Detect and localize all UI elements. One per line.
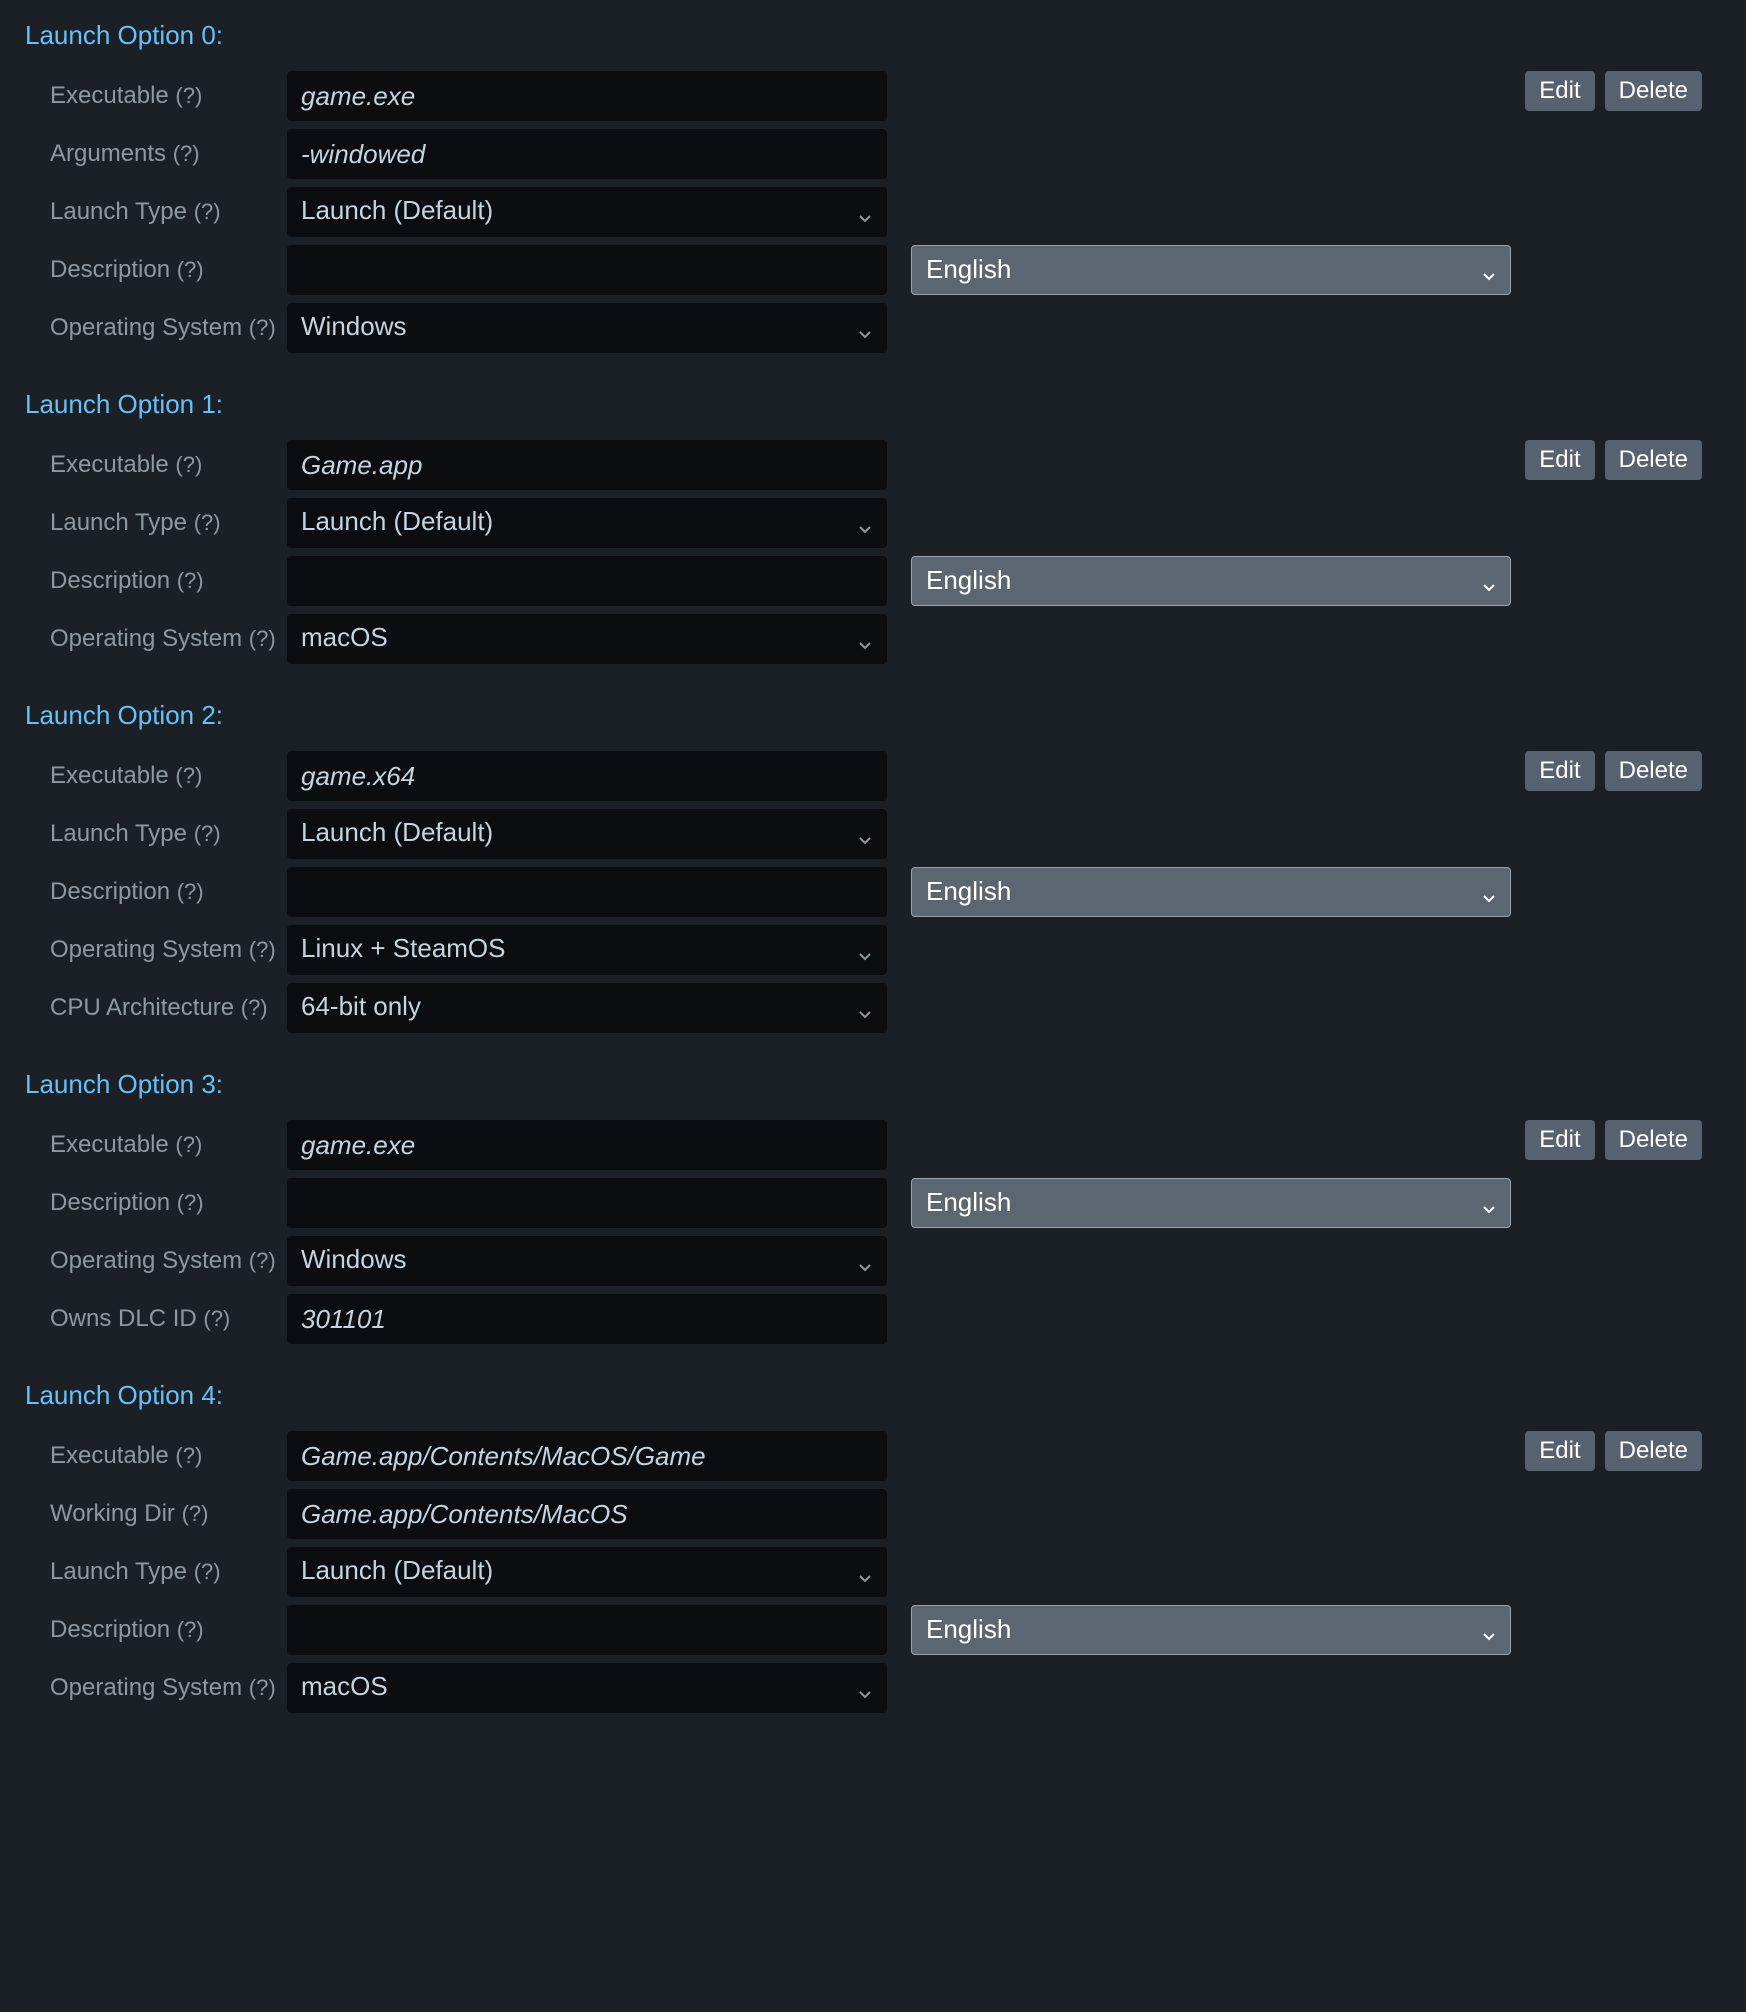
help-icon[interactable]: (?) xyxy=(203,1306,230,1331)
os-select[interactable]: macOS xyxy=(287,1663,887,1713)
delete-button[interactable]: Delete xyxy=(1605,71,1702,111)
field-label: Executable (?) xyxy=(50,451,275,479)
launch-type-select[interactable]: Launch (Default) xyxy=(287,498,887,548)
field-label: Executable (?) xyxy=(50,1442,275,1470)
field-label: Description (?) xyxy=(50,256,275,284)
help-icon[interactable]: (?) xyxy=(249,1248,276,1273)
field-label: Operating System (?) xyxy=(50,314,275,342)
help-icon[interactable]: (?) xyxy=(177,1190,204,1215)
help-icon[interactable]: (?) xyxy=(249,1675,276,1700)
help-icon[interactable]: (?) xyxy=(249,626,276,651)
delete-button[interactable]: Delete xyxy=(1605,1431,1702,1471)
launch-option-section: Launch Option 2: Edit Delete Executable (?)… xyxy=(20,700,1726,1033)
field-label: Working Dir (?) xyxy=(50,1500,275,1528)
edit-button[interactable]: Edit xyxy=(1525,440,1594,480)
launch-option-section: Launch Option 4: Edit Delete Executable (?)… xyxy=(20,1380,1726,1713)
description-input[interactable] xyxy=(287,245,887,295)
delete-button[interactable]: Delete xyxy=(1605,751,1702,791)
owns-dlc-input[interactable] xyxy=(287,1294,887,1344)
launch-type-select[interactable]: Launch (Default) xyxy=(287,187,887,237)
language-select[interactable]: English xyxy=(911,867,1511,917)
field-label: Operating System (?) xyxy=(50,936,275,964)
help-icon[interactable]: (?) xyxy=(175,452,202,477)
help-icon[interactable]: (?) xyxy=(175,83,202,108)
field-label: Executable (?) xyxy=(50,1131,275,1159)
executable-input[interactable] xyxy=(287,71,887,121)
help-icon[interactable]: (?) xyxy=(177,568,204,593)
field-label: Description (?) xyxy=(50,1616,275,1644)
field-label: Operating System (?) xyxy=(50,1674,275,1702)
os-select[interactable]: macOS xyxy=(287,614,887,664)
field-label: Executable (?) xyxy=(50,82,275,110)
action-buttons: Edit Delete xyxy=(1525,751,1702,791)
field-label: Arguments (?) xyxy=(50,140,275,168)
help-icon[interactable]: (?) xyxy=(175,1132,202,1157)
language-select[interactable]: English xyxy=(911,1605,1511,1655)
section-title: Launch Option 3: xyxy=(20,1069,1726,1100)
language-select[interactable]: English xyxy=(911,556,1511,606)
field-label: CPU Architecture (?) xyxy=(50,994,275,1022)
field-label: Owns DLC ID (?) xyxy=(50,1305,275,1333)
help-icon[interactable]: (?) xyxy=(249,937,276,962)
os-select[interactable]: Windows xyxy=(287,1236,887,1286)
field-label: Operating System (?) xyxy=(50,625,275,653)
field-label: Description (?) xyxy=(50,878,275,906)
working-dir-input[interactable] xyxy=(287,1489,887,1539)
field-label: Description (?) xyxy=(50,1189,275,1217)
launch-option-section: Launch Option 1: Edit Delete Executable (?)… xyxy=(20,389,1726,664)
description-input[interactable] xyxy=(287,1605,887,1655)
section-title: Launch Option 2: xyxy=(20,700,1726,731)
help-icon[interactable]: (?) xyxy=(194,510,221,535)
language-select[interactable]: English xyxy=(911,245,1511,295)
os-select[interactable]: Windows xyxy=(287,303,887,353)
description-input[interactable] xyxy=(287,1178,887,1228)
delete-button[interactable]: Delete xyxy=(1605,440,1702,480)
help-icon[interactable]: (?) xyxy=(194,1559,221,1584)
field-label: Launch Type (?) xyxy=(50,198,275,226)
launch-type-select[interactable]: Launch (Default) xyxy=(287,1547,887,1597)
cpu-arch-select[interactable]: 64-bit only xyxy=(287,983,887,1033)
field-label: Launch Type (?) xyxy=(50,1558,275,1586)
executable-input[interactable] xyxy=(287,1120,887,1170)
executable-input[interactable] xyxy=(287,440,887,490)
action-buttons: Edit Delete xyxy=(1525,440,1702,480)
help-icon[interactable]: (?) xyxy=(173,141,200,166)
launch-type-select[interactable]: Launch (Default) xyxy=(287,809,887,859)
arguments-input[interactable] xyxy=(287,129,887,179)
executable-input[interactable] xyxy=(287,751,887,801)
edit-button[interactable]: Edit xyxy=(1525,1120,1594,1160)
section-title: Launch Option 4: xyxy=(20,1380,1726,1411)
help-icon[interactable]: (?) xyxy=(182,1501,209,1526)
field-label: Executable (?) xyxy=(50,762,275,790)
edit-button[interactable]: Edit xyxy=(1525,1431,1594,1471)
help-icon[interactable]: (?) xyxy=(175,763,202,788)
executable-input[interactable] xyxy=(287,1431,887,1481)
section-title: Launch Option 0: xyxy=(20,20,1726,51)
help-icon[interactable]: (?) xyxy=(175,1443,202,1468)
language-select[interactable]: English xyxy=(911,1178,1511,1228)
os-select[interactable]: Linux + SteamOS xyxy=(287,925,887,975)
help-icon[interactable]: (?) xyxy=(194,821,221,846)
edit-button[interactable]: Edit xyxy=(1525,751,1594,791)
field-label: Launch Type (?) xyxy=(50,509,275,537)
section-title: Launch Option 1: xyxy=(20,389,1726,420)
help-icon[interactable]: (?) xyxy=(177,879,204,904)
edit-button[interactable]: Edit xyxy=(1525,71,1594,111)
action-buttons: Edit Delete xyxy=(1525,1431,1702,1471)
delete-button[interactable]: Delete xyxy=(1605,1120,1702,1160)
field-label: Launch Type (?) xyxy=(50,820,275,848)
description-input[interactable] xyxy=(287,867,887,917)
action-buttons: Edit Delete xyxy=(1525,1120,1702,1160)
help-icon[interactable]: (?) xyxy=(194,199,221,224)
launch-option-section: Launch Option 0: Edit Delete Executable (?)… xyxy=(20,20,1726,353)
help-icon[interactable]: (?) xyxy=(177,257,204,282)
description-input[interactable] xyxy=(287,556,887,606)
action-buttons: Edit Delete xyxy=(1525,71,1702,111)
help-icon[interactable]: (?) xyxy=(249,315,276,340)
help-icon[interactable]: (?) xyxy=(241,995,268,1020)
field-label: Operating System (?) xyxy=(50,1247,275,1275)
field-label: Description (?) xyxy=(50,567,275,595)
launch-option-section: Launch Option 3: Edit Delete Executable (?)… xyxy=(20,1069,1726,1344)
help-icon[interactable]: (?) xyxy=(177,1617,204,1642)
